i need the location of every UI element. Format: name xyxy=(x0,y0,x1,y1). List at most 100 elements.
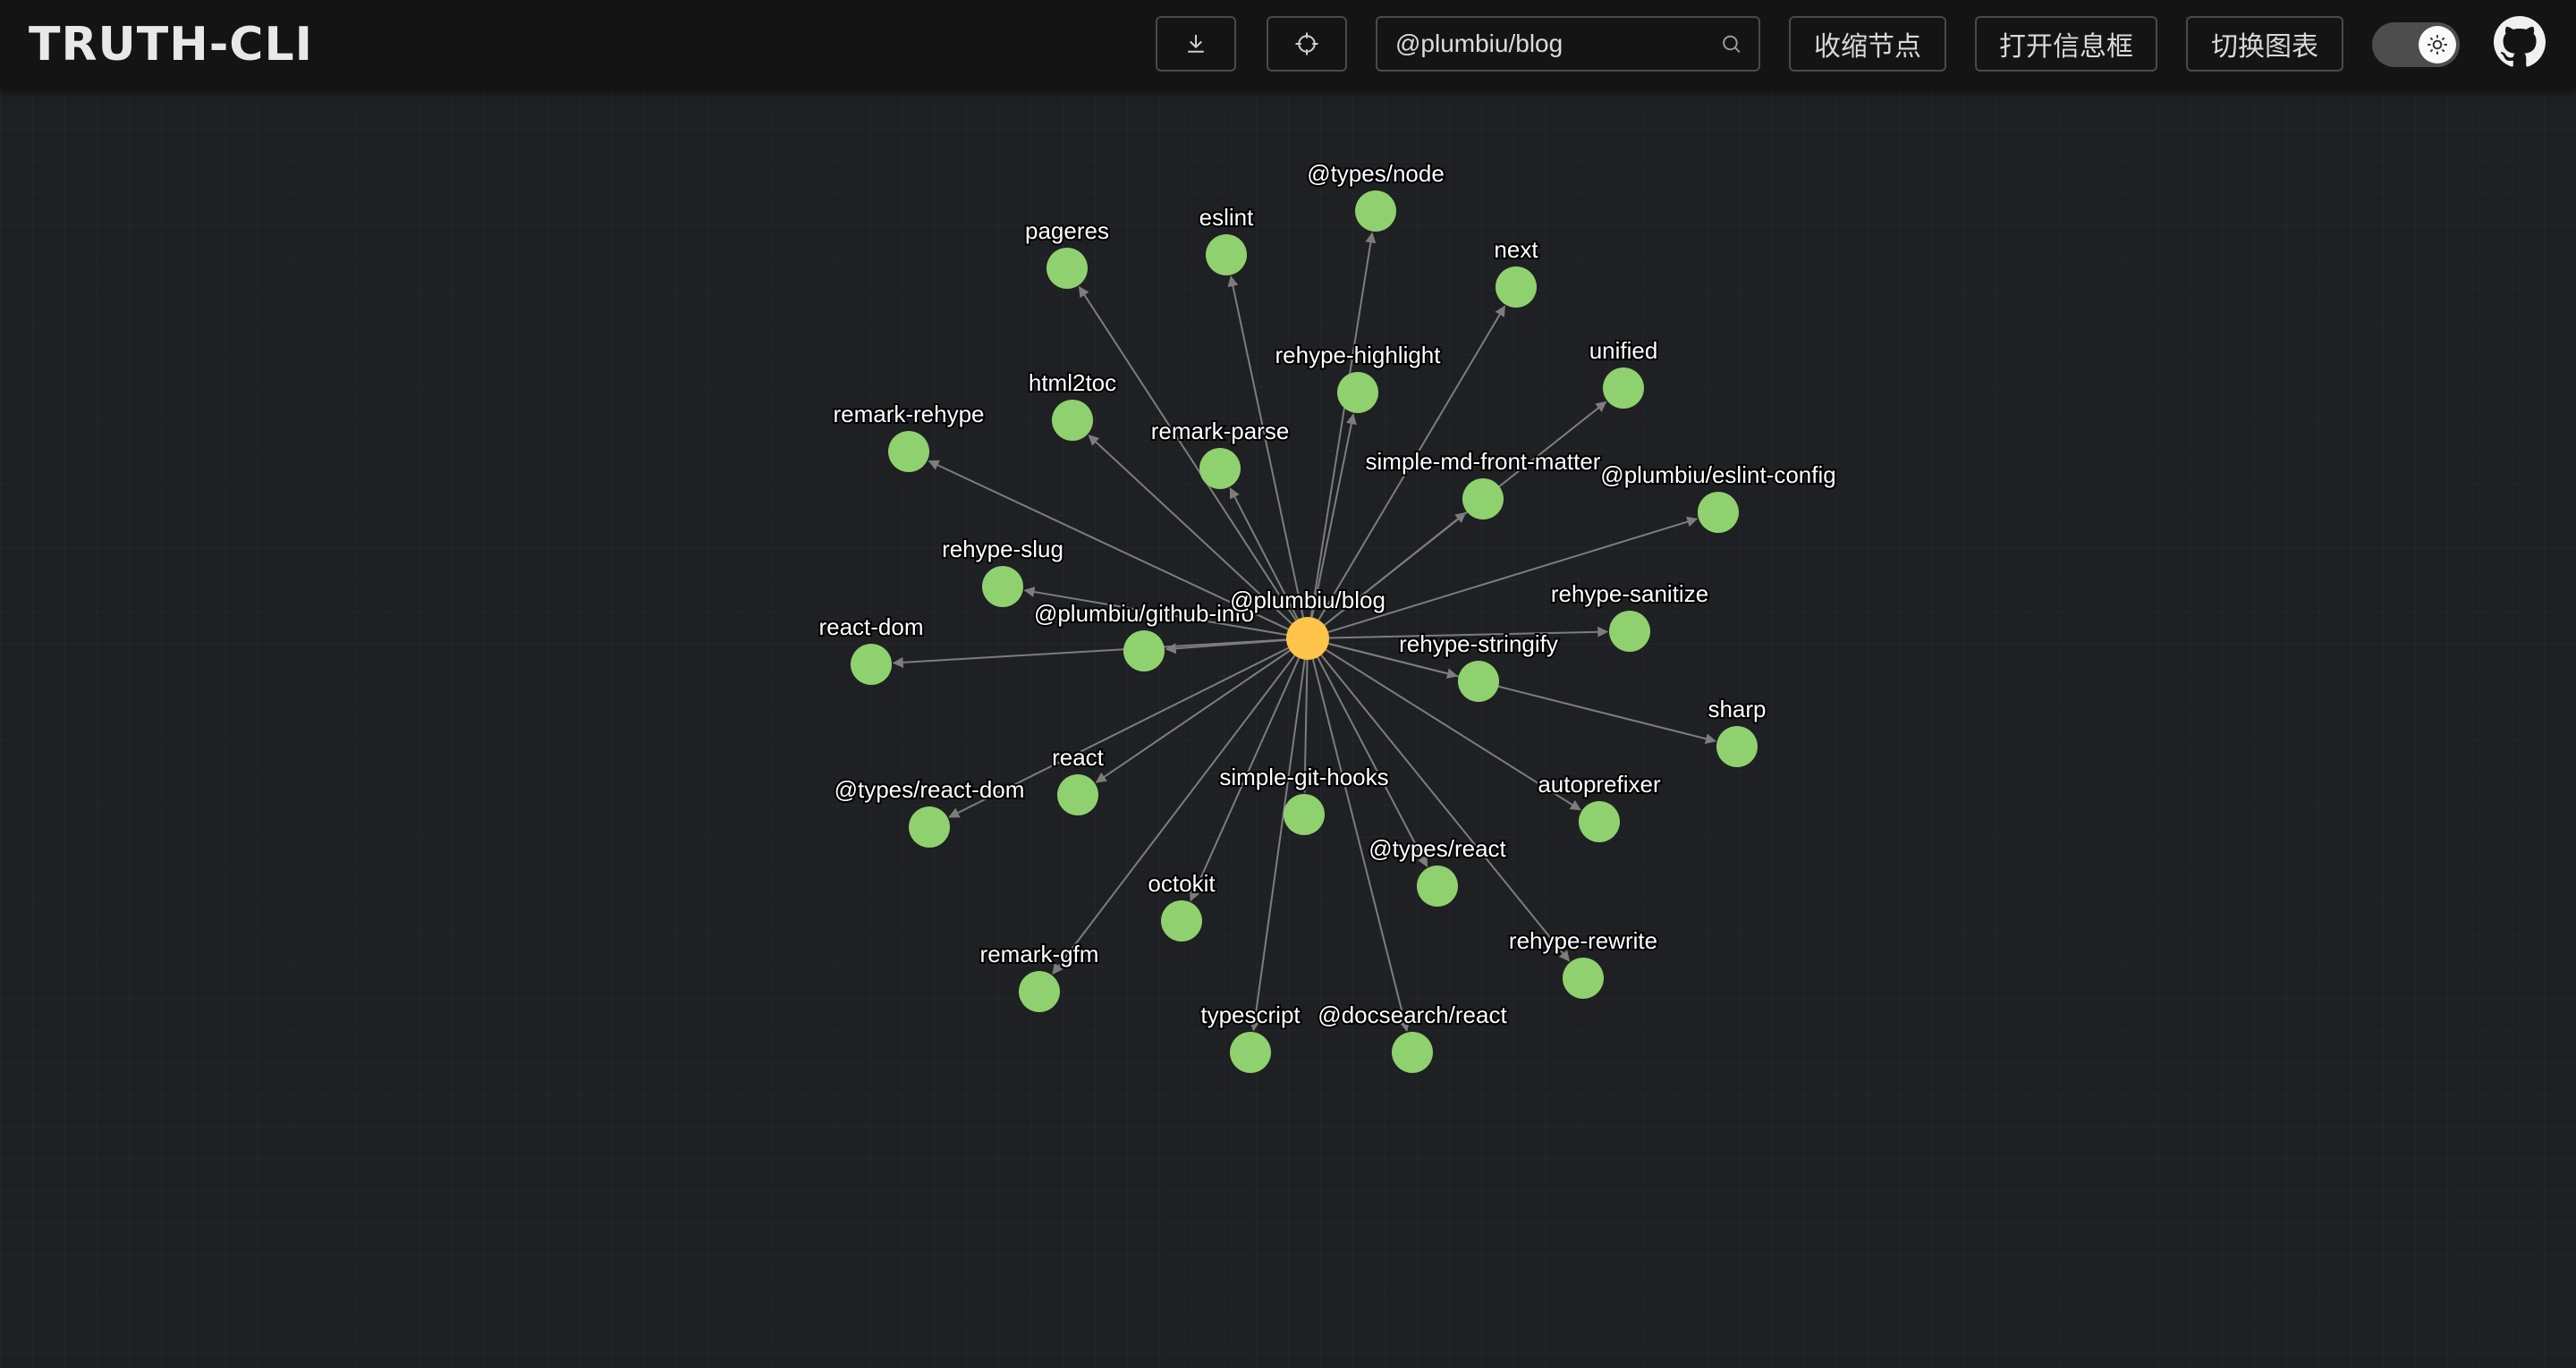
toggle-knob xyxy=(2419,26,2456,63)
node-circle[interactable] xyxy=(1462,478,1504,519)
locate-center-button[interactable] xyxy=(1267,16,1347,72)
node-circle[interactable] xyxy=(1046,248,1088,289)
node-circle[interactable] xyxy=(1603,367,1644,409)
node-label: rehype-sanitize xyxy=(1551,580,1708,607)
node-html2toc[interactable]: html2toc xyxy=(1027,367,1118,441)
node-circle[interactable] xyxy=(851,644,892,685)
node-circle[interactable] xyxy=(1417,866,1458,907)
edge-eslint xyxy=(1227,275,1304,618)
node-circle[interactable] xyxy=(909,806,950,848)
search-icon[interactable] xyxy=(1720,30,1742,57)
node-circle[interactable] xyxy=(1230,1032,1271,1073)
node-label: simple-md-front-matter xyxy=(1366,448,1601,475)
node-react-dom[interactable]: react-dom xyxy=(817,612,926,685)
node-label: next xyxy=(1494,236,1538,263)
node-circle[interactable] xyxy=(1392,1032,1433,1073)
node-circle[interactable] xyxy=(1337,372,1378,413)
node-sharp[interactable]: sharp xyxy=(1706,694,1768,767)
collapse-nodes-button[interactable]: 收缩节点 xyxy=(1789,16,1946,72)
node-circle[interactable] xyxy=(1123,630,1165,671)
node-label: pageres xyxy=(1025,217,1109,244)
node-circle[interactable] xyxy=(1057,774,1098,815)
node-rehype-stringify[interactable]: rehype-stringify xyxy=(1397,629,1560,702)
node-types-react-dom[interactable]: @types/react-dom xyxy=(833,774,1026,848)
node-label: @docsearch/react xyxy=(1318,1001,1507,1028)
node-label: rehype-slug xyxy=(942,536,1063,562)
node-rehype-highlight[interactable]: rehype-highlight xyxy=(1273,340,1443,413)
node-circle[interactable] xyxy=(1206,234,1247,275)
node-label: remark-parse xyxy=(1151,418,1290,444)
node-plumbiu-github-info[interactable]: @plumbiu/github-info xyxy=(1032,598,1256,671)
node-pageres[interactable]: pageres xyxy=(1023,215,1111,289)
node-label: react xyxy=(1052,744,1105,771)
node-types-react[interactable]: @types/react xyxy=(1367,833,1509,907)
node-label: rehype-stringify xyxy=(1399,630,1558,657)
node-circle[interactable] xyxy=(1716,726,1758,767)
node-circle[interactable] xyxy=(1563,958,1604,999)
node-circle[interactable] xyxy=(1609,611,1650,652)
node-circle[interactable] xyxy=(982,566,1023,607)
node-unified[interactable]: unified xyxy=(1588,335,1659,409)
theme-toggle[interactable] xyxy=(2372,22,2460,67)
node-label: simple-git-hooks xyxy=(1219,764,1388,790)
graph-nodes: @types/node eslint pageres next rehype-highl… xyxy=(817,158,1838,1073)
node-remark-rehype[interactable]: remark-rehype xyxy=(831,399,987,472)
node-label: html2toc xyxy=(1029,369,1116,396)
node-docsearch-react[interactable]: @docsearch/react xyxy=(1316,1000,1509,1073)
node-circle[interactable] xyxy=(1161,900,1202,942)
node-label: autoprefixer xyxy=(1538,771,1661,798)
node-simple-git-hooks[interactable]: simple-git-hooks xyxy=(1217,762,1391,835)
node-octokit[interactable]: octokit xyxy=(1146,868,1217,942)
node-circle[interactable] xyxy=(1199,448,1241,489)
node-next[interactable]: next xyxy=(1492,234,1540,308)
node-circle[interactable] xyxy=(1458,661,1499,702)
download-button[interactable] xyxy=(1156,16,1236,72)
node-circle[interactable] xyxy=(888,431,929,472)
node-circle[interactable] xyxy=(1579,801,1620,842)
node-label: rehype-highlight xyxy=(1275,342,1441,368)
node-label: remark-rehype xyxy=(833,401,984,427)
node-label: unified xyxy=(1589,337,1658,364)
node-label: typescript xyxy=(1200,1001,1301,1028)
open-info-panel-button[interactable]: 打开信息框 xyxy=(1975,16,2157,72)
node-circle[interactable] xyxy=(1052,400,1093,441)
root-node-circle[interactable] xyxy=(1286,617,1329,660)
crosshair-icon xyxy=(1295,32,1318,55)
node-label: sharp xyxy=(1707,696,1766,722)
github-icon[interactable] xyxy=(2494,16,2546,68)
node-circle[interactable] xyxy=(1496,266,1537,308)
node-types-node[interactable]: @types/node xyxy=(1305,158,1446,232)
app-header: TRUTH-CLI 收缩节点 打开信息框 切换图表 xyxy=(0,0,2576,89)
edge-pageres xyxy=(1078,285,1297,621)
node-circle[interactable] xyxy=(1284,794,1325,835)
node-rehype-slug[interactable]: rehype-slug xyxy=(940,534,1065,607)
node-circle[interactable] xyxy=(1019,971,1060,1012)
edge-types-node xyxy=(1309,232,1377,618)
node-label: @plumbiu/eslint-config xyxy=(1600,461,1835,488)
node-label: react-dom xyxy=(818,613,923,640)
edge-react xyxy=(1095,649,1291,783)
node-remark-gfm[interactable]: remark-gfm xyxy=(979,939,1100,1012)
node-label: @plumbiu/github-info xyxy=(1034,600,1254,627)
node-label: @types/node xyxy=(1307,160,1445,187)
dependency-graph[interactable]: @types/node eslint pageres next rehype-highl… xyxy=(0,0,2576,1368)
node-circle[interactable] xyxy=(1698,492,1739,533)
switch-chart-button[interactable]: 切换图表 xyxy=(2186,16,2343,72)
search-input[interactable] xyxy=(1377,29,1720,59)
node-rehype-sanitize[interactable]: rehype-sanitize xyxy=(1549,578,1710,652)
package-search xyxy=(1376,16,1760,72)
edge-sharp xyxy=(1328,642,1716,745)
node-label: rehype-rewrite xyxy=(1509,927,1657,954)
node-react[interactable]: react xyxy=(1050,742,1106,815)
node-circle[interactable] xyxy=(1355,190,1396,232)
node-label: eslint xyxy=(1199,204,1254,231)
node-rehype-rewrite[interactable]: rehype-rewrite xyxy=(1507,925,1659,999)
node-simple-md-front-matter[interactable]: simple-md-front-matter xyxy=(1364,446,1603,519)
node-eslint[interactable]: eslint xyxy=(1198,202,1256,275)
node-label: octokit xyxy=(1148,870,1216,897)
node-typescript[interactable]: typescript xyxy=(1199,1000,1302,1073)
edge-typescript xyxy=(1249,659,1306,1032)
node-autoprefixer[interactable]: autoprefixer xyxy=(1536,769,1663,842)
node-plumbiu-eslint-config[interactable]: @plumbiu/eslint-config xyxy=(1598,460,1838,533)
app-logo: TRUTH-CLI xyxy=(29,18,313,72)
